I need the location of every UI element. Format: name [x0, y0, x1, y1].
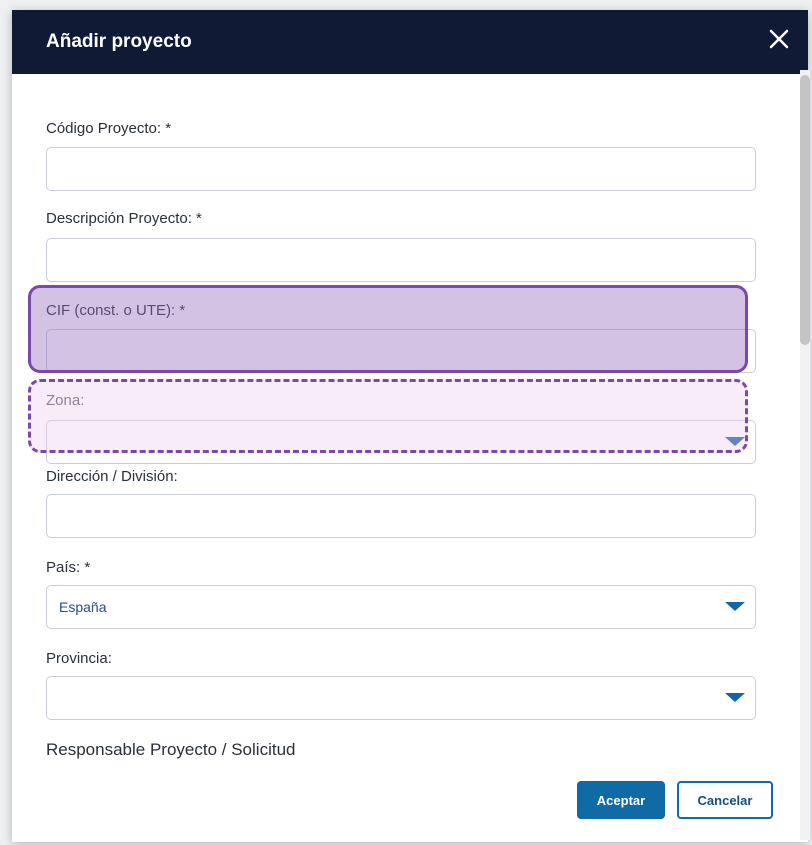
direccion-division-label: Dirección / División: [46, 468, 178, 485]
pais-label: País: * [46, 559, 91, 576]
cif-label: CIF (const. o UTE): * [46, 302, 186, 319]
provincia-select[interactable] [46, 676, 756, 720]
accept-button[interactable]: Aceptar [577, 781, 665, 819]
descripcion-proyecto-input[interactable] [46, 238, 756, 282]
zona-label: Zona: [46, 392, 85, 409]
close-icon [769, 29, 789, 49]
chevron-down-icon [725, 693, 745, 702]
dialog-title: Añadir proyecto [46, 31, 192, 52]
pais-select[interactable]: España [46, 585, 756, 629]
add-project-dialog: Añadir proyecto Código Proyecto: * Descr… [12, 10, 808, 842]
responsable-section-title: Responsable Proyecto / Solicitud [46, 740, 296, 759]
codigo-proyecto-input[interactable] [46, 147, 756, 191]
descripcion-proyecto-label: Descripción Proyecto: * [46, 210, 202, 227]
pais-selected-value: España [59, 599, 107, 615]
dialog-body: Código Proyecto: * Descripción Proyecto:… [12, 74, 808, 842]
chevron-down-icon [725, 437, 745, 446]
codigo-proyecto-label: Código Proyecto: * [46, 120, 172, 137]
dialog-header: Añadir proyecto [12, 10, 808, 74]
chevron-down-icon [725, 602, 745, 611]
cancel-button[interactable]: Cancelar [677, 781, 773, 819]
scrollbar-thumb[interactable] [800, 75, 810, 345]
close-button[interactable] [764, 24, 794, 54]
zona-select[interactable] [46, 420, 756, 464]
direccion-division-input[interactable] [46, 494, 756, 538]
provincia-label: Provincia: [46, 650, 112, 667]
cif-input[interactable] [46, 329, 756, 373]
